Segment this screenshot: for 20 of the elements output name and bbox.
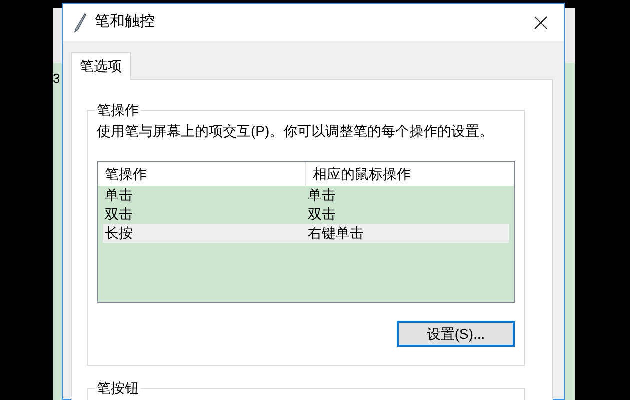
settings-button[interactable]: 设置(S)... [397,321,515,347]
tab[interactable]: 笔选项 [71,52,131,80]
list-row[interactable]: 长按 右键单击 [103,224,509,243]
description-text: 使用笔与屏幕上的项交互(P)。你可以调整笔的每个操作的设置。 [97,123,495,140]
pen-icon [73,12,87,32]
close-icon[interactable] [534,16,548,30]
list-cell-text: 单击 [307,186,337,205]
column-header[interactable]: 笔操作 [98,162,306,186]
list-cell-text: 双击 [104,205,134,224]
list-cell-text: 双击 [307,205,337,224]
list-cell-text: 右键单击 [307,224,365,243]
list-cell-text: 长按 [104,224,134,243]
window-title: 笔和触控 [95,12,155,32]
group-title: 笔按钮 [96,379,140,398]
column-header[interactable]: 相应的鼠标操作 [306,162,514,186]
list-row[interactable]: 单击 单击 [103,186,509,205]
list-row[interactable]: 双击 双击 [103,205,509,224]
background-text: 3 [53,71,62,87]
list-cell-text: 单击 [104,186,134,205]
group-title: 笔操作 [96,101,140,120]
